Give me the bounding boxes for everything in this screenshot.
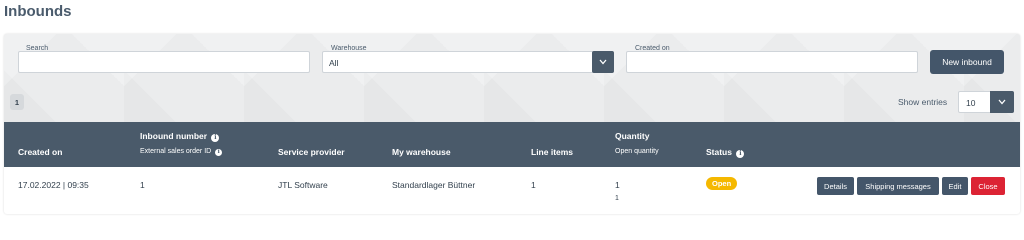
edit-button[interactable]: Edit (942, 177, 968, 195)
header-line-items[interactable]: Line items (531, 147, 573, 157)
details-button[interactable]: Details (817, 177, 854, 195)
chevron-down-icon (998, 99, 1006, 105)
status-badge: Open (706, 177, 738, 190)
warehouse-select[interactable]: All (322, 51, 594, 73)
inbounds-card: Search Warehouse All Created on New inbo… (4, 34, 1020, 214)
info-icon[interactable]: i (215, 149, 223, 156)
entries-select[interactable]: 10 (958, 91, 992, 113)
page-number-1[interactable]: 1 (10, 94, 24, 110)
header-status-label: Status (706, 147, 732, 157)
search-input[interactable] (18, 51, 310, 73)
table-header: Created on Inbound number i External sal… (4, 122, 1020, 167)
cell-open-quantity: 1 (615, 195, 619, 202)
created-on-input[interactable] (626, 51, 918, 73)
warehouse-dropdown-button[interactable] (592, 51, 614, 73)
header-created-on[interactable]: Created on (18, 147, 62, 157)
info-icon[interactable]: i (736, 150, 745, 158)
filter-background (4, 34, 1020, 122)
new-inbound-button[interactable]: New inbound (930, 50, 1004, 74)
header-external-order-label: External sales order ID (140, 148, 212, 155)
cell-service-provider: JTL Software (278, 180, 328, 190)
header-open-quantity: Open quantity (615, 148, 659, 155)
header-inbound-number[interactable]: Inbound number i (140, 131, 220, 142)
cell-quantity: 1 (615, 180, 620, 190)
cell-line-items: 1 (531, 180, 536, 190)
show-entries-label: Show entries (898, 97, 948, 107)
cell-created-on: 17.02.2022 | 09:35 (18, 180, 89, 190)
close-button[interactable]: Close (971, 177, 1005, 195)
shipping-messages-button[interactable]: Shipping messages (857, 177, 939, 195)
cell-inbound-number: 1 (140, 180, 145, 190)
header-my-warehouse[interactable]: My warehouse (392, 147, 451, 157)
header-inbound-number-label: Inbound number (140, 131, 208, 141)
header-external-order: External sales order ID i (140, 148, 223, 156)
header-quantity[interactable]: Quantity (615, 131, 649, 141)
cell-my-warehouse: Standardlager Büttner (392, 180, 476, 190)
header-status[interactable]: Status i (706, 147, 745, 158)
header-service-provider[interactable]: Service provider (278, 147, 345, 157)
entries-dropdown-button[interactable] (990, 91, 1014, 113)
table-row: 17.02.2022 | 09:35 1 JTL Software Standa… (4, 167, 1020, 214)
chevron-down-icon (599, 59, 607, 65)
page-title: Inbounds (4, 3, 72, 20)
info-icon[interactable]: i (211, 134, 220, 142)
